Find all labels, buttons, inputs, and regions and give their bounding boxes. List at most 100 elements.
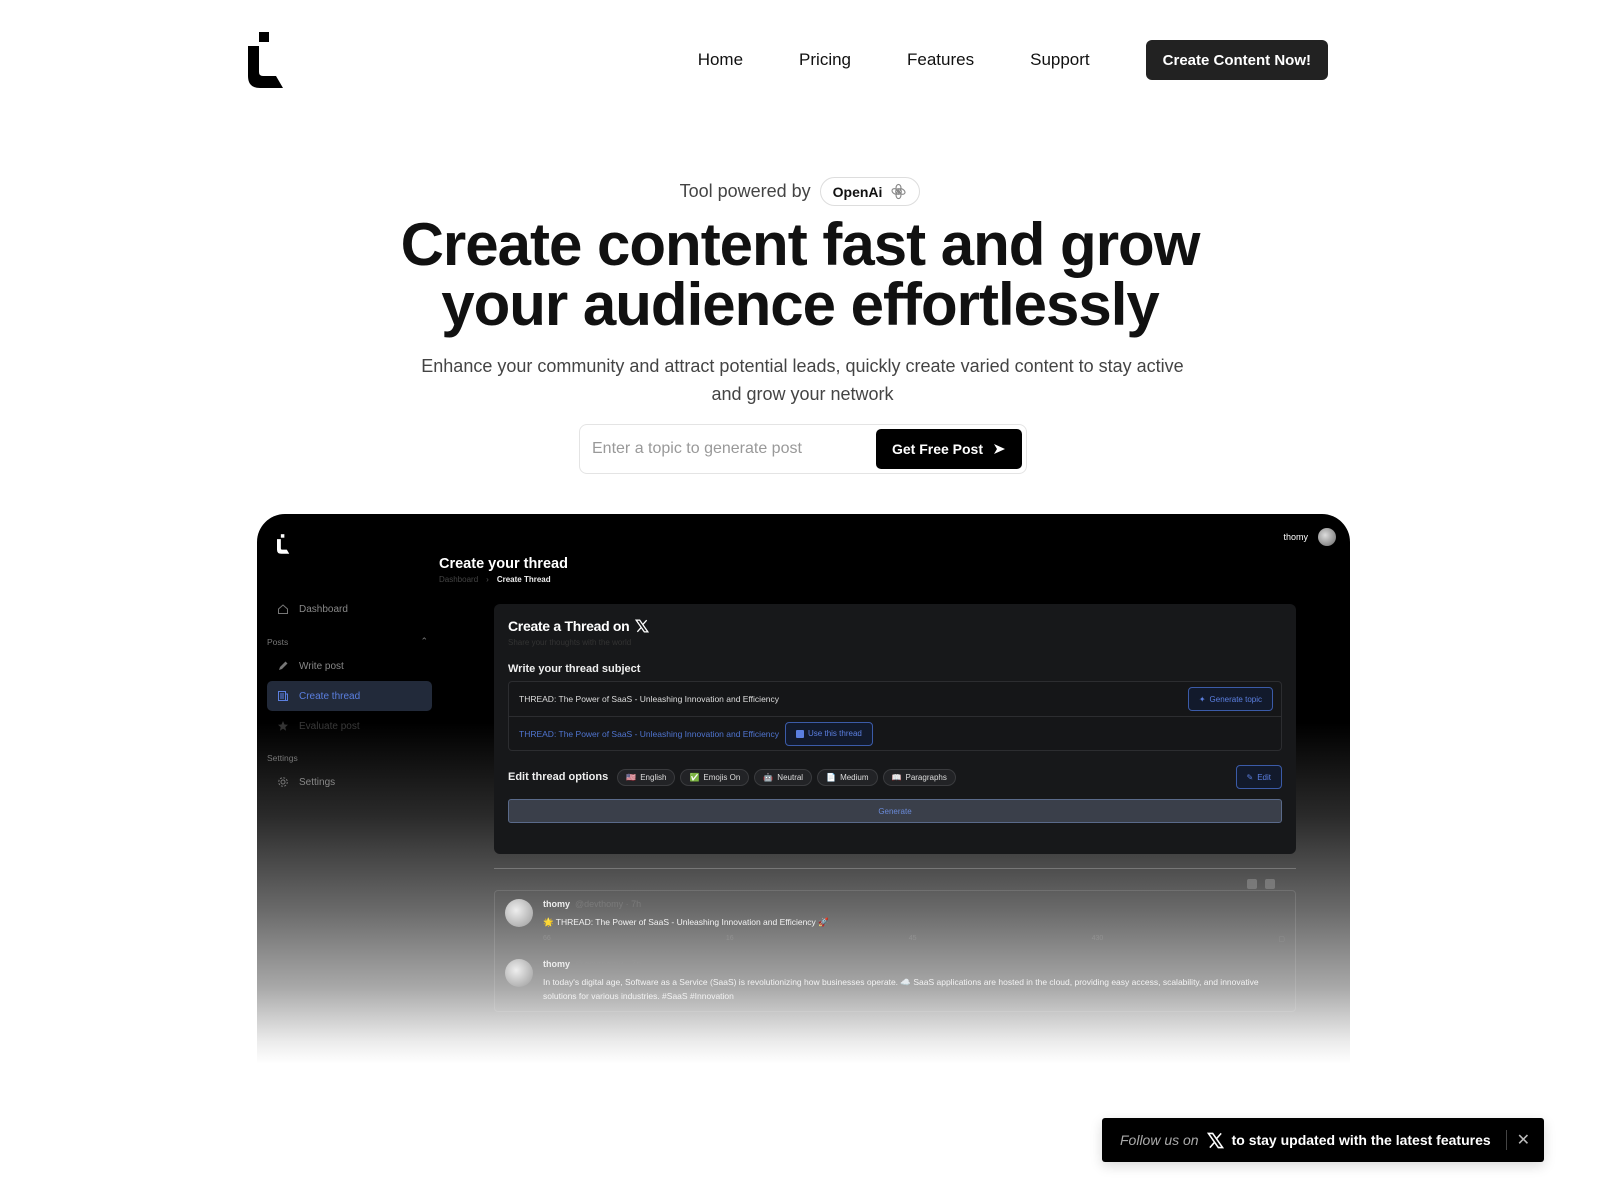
pencil-icon (279, 661, 288, 670)
thread-preview: thomy @devthomy · 7h 🌟 THREAD: The Power… (494, 890, 1296, 1012)
sidebar-item-evaluate-post[interactable]: Evaluate post (267, 711, 432, 741)
tweet-handle: @devthomy · 7h (575, 899, 642, 909)
document-icon (278, 691, 288, 701)
sidebar-item-create-thread[interactable]: Create thread (267, 681, 432, 711)
close-icon[interactable]: ✕ (1517, 1130, 1530, 1150)
breadcrumb: Dashboard › Create Thread (439, 575, 568, 584)
chip-label: English (640, 772, 667, 782)
get-free-post-button[interactable]: Get Free Post (875, 429, 1022, 469)
edit-label: Edit (1257, 772, 1271, 782)
topic-input[interactable] (584, 440, 876, 458)
use-this-thread-button[interactable]: Use this thread (785, 721, 873, 746)
options-label: Edit thread options (508, 771, 609, 783)
generate-topic-button[interactable]: ✦ Generate topic (1187, 687, 1273, 711)
sidebar-label: Dashboard (299, 603, 348, 615)
sidebar-section-settings: Settings (267, 747, 432, 767)
breadcrumb-dashboard[interactable]: Dashboard (439, 575, 478, 584)
avatar (1318, 528, 1336, 546)
tweet-item: thomy @devthomy · 7h In today's digital … (495, 951, 1295, 1011)
like-count: 45 (908, 935, 917, 942)
send-arrow-icon (994, 444, 1005, 454)
page-title: Create your thread (439, 556, 568, 572)
subject-value: THREAD: The Power of SaaS - Unleashing I… (519, 694, 780, 704)
chip-label: Emojis On (703, 772, 741, 782)
preview-logo-icon (277, 534, 290, 554)
sidebar-item-write-post[interactable]: Write post (267, 651, 432, 681)
openai-badge: OpenAi (819, 177, 921, 206)
chip-label: Neutral (777, 772, 804, 782)
sidebar-item-settings[interactable]: Settings (267, 767, 432, 797)
option-chip-emojis[interactable]: ✅ Emojis On (680, 768, 750, 786)
section-divider (494, 868, 1296, 869)
gear-icon (278, 777, 288, 787)
nav-features[interactable]: Features (907, 50, 974, 70)
hero-title: Create content fast and grow your audien… (0, 215, 1600, 335)
section-label: Settings (267, 753, 298, 763)
generate-button[interactable]: Generate (508, 799, 1282, 823)
option-chip-format[interactable]: 📖 Paragraphs (882, 768, 956, 786)
toast-divider (1505, 1130, 1507, 1150)
tweet-author: thomy (543, 959, 570, 969)
book-icon: 📖 (891, 772, 902, 782)
openai-label: OpenAi (832, 183, 883, 200)
thread-options: Edit thread options 🇺🇸 English ✅ Emojis On… (508, 765, 1282, 789)
sidebar-section-posts[interactable]: Posts ⌃ (267, 630, 432, 651)
toast-follow-text: Follow us on (1120, 1132, 1199, 1148)
card-title-text: Create a Thread on (508, 618, 630, 634)
x-logo-icon (635, 619, 650, 633)
star-icon (278, 721, 288, 731)
option-chip-length[interactable]: 📄 Medium (817, 768, 878, 786)
thread-actions (1247, 879, 1275, 889)
section-label: Posts (267, 636, 289, 647)
tweet-stats: 66 16 45 430 ▢ (543, 935, 1285, 943)
view-count: 430 (1091, 935, 1104, 942)
option-chip-tone[interactable]: 🤖 Neutral (754, 768, 813, 786)
openai-icon (891, 183, 906, 200)
avatar (505, 959, 533, 987)
subject-input[interactable]: THREAD: The Power of SaaS - Unleashing I… (509, 682, 1281, 716)
preview-sidebar: Dashboard Posts ⌃ Write post Create thre… (267, 594, 432, 797)
hero-title-line2: your audience effortlessly (441, 271, 1160, 338)
bookmark-icon: ▢ (1278, 936, 1285, 943)
sidebar-item-dashboard[interactable]: Dashboard (267, 594, 432, 624)
sidebar-label: Settings (299, 776, 336, 788)
tweet-text: In today's digital age, Software as a Se… (543, 977, 1259, 1001)
powered-by-text: Tool powered by (679, 181, 811, 201)
get-free-post-label: Get Free Post (891, 441, 983, 457)
reply-count: 66 (543, 935, 551, 942)
home-icon (278, 604, 288, 614)
option-chip-language[interactable]: 🇺🇸 English (617, 768, 676, 786)
brand-logo-icon[interactable] (248, 32, 288, 88)
sparkle-icon: ✦ (1198, 694, 1206, 704)
page-header: Create your thread Dashboard › Create Th… (439, 556, 568, 584)
twitter-icon[interactable] (1265, 879, 1275, 889)
nav-home[interactable]: Home (698, 50, 743, 70)
sidebar-label: Create thread (299, 690, 361, 702)
x-logo-icon[interactable] (1206, 1132, 1224, 1149)
page-icon: 📄 (826, 772, 837, 782)
sidebar-label: Evaluate post (299, 720, 360, 732)
tweet-text: 🌟 THREAD: The Power of SaaS - Unleashing… (543, 917, 829, 927)
breadcrumb-current: Create Thread (496, 575, 551, 584)
copy-icon[interactable] (1247, 879, 1257, 889)
preview-user-menu[interactable]: thomy (1283, 528, 1336, 546)
topic-box: THREAD: The Power of SaaS - Unleashing I… (508, 681, 1282, 751)
topic-form: Get Free Post (579, 424, 1027, 474)
create-content-button[interactable]: Create Content Now! (1145, 40, 1328, 80)
nav-pricing[interactable]: Pricing (799, 50, 851, 70)
card-title: Create a Thread on (508, 618, 1282, 634)
hero-title-line1: Create content fast and grow (400, 211, 1201, 278)
edit-options-button[interactable]: ✎ Edit (1235, 765, 1282, 789)
flag-icon: 🇺🇸 (626, 772, 637, 782)
tweet-handle: @devthomy · 7h (575, 959, 642, 969)
hero-subtitle: Enhance your community and attract poten… (421, 356, 1184, 404)
retweet-count: 16 (725, 935, 734, 942)
chip-label: Paragraphs (905, 772, 947, 782)
card-subtitle: Share your thoughts with the world (508, 638, 632, 647)
subject-label: Write your thread subject (508, 663, 641, 675)
toast-message: to stay updated with the latest features (1231, 1132, 1491, 1148)
sidebar-label: Write post (299, 660, 344, 672)
nav-support[interactable]: Support (1030, 50, 1090, 70)
suggestion-text[interactable]: THREAD: The Power of SaaS - Unleashing I… (519, 729, 779, 739)
avatar (505, 899, 533, 927)
